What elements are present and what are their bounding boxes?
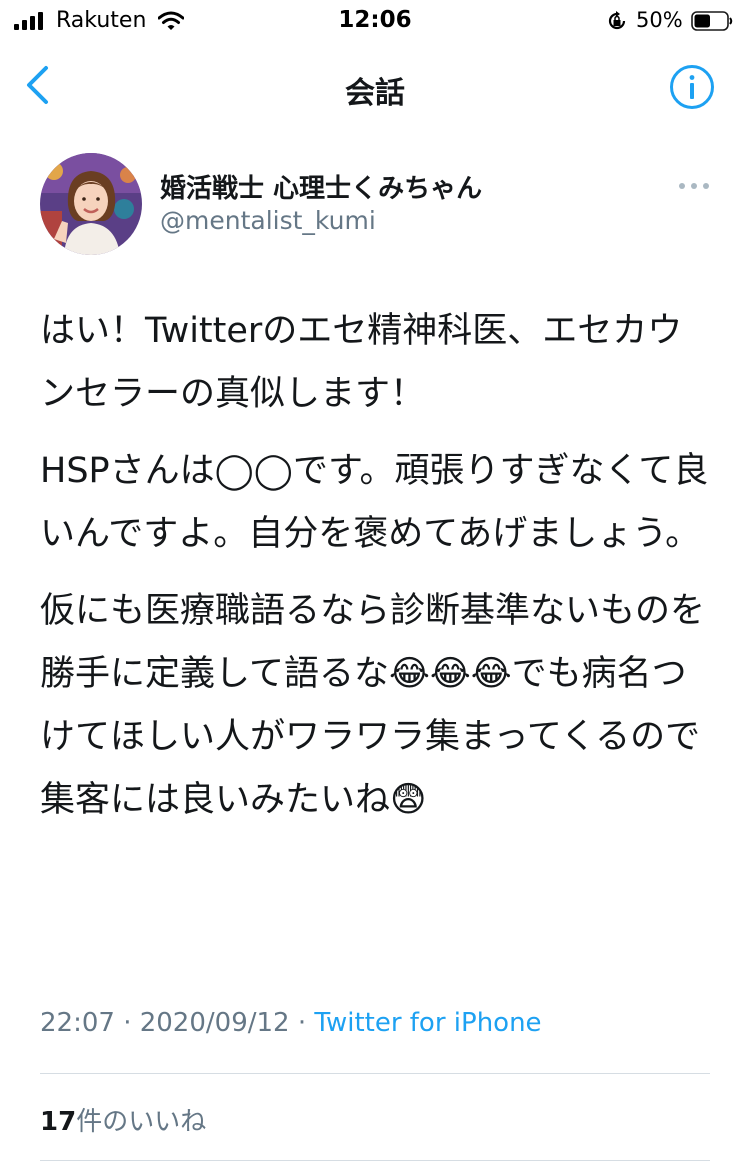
divider [40,1160,710,1161]
display-name[interactable]: 婚活戦士 心理士くみちゃん [160,168,482,205]
battery-icon [691,11,733,31]
likes-number: 17 [40,1107,77,1137]
likes-count[interactable]: 17件のいいね [40,1101,206,1138]
orientation-lock-icon [608,11,626,30]
tweet-paragraph: 仮にも医療職語るなら診断基準ないものを勝手に定義して語るな😂😂😂でも病名つけてほ… [40,591,706,820]
divider [40,1073,710,1074]
tweet-source-link[interactable]: Twitter for iPhone [314,1008,541,1038]
tweet-paragraph: HSPさんは◯◯です。頑張りすぎなくて良いんですよ。自分を褒めてあげましょう。 [40,451,709,554]
status-bar: Rakuten 12:06 50% [0,0,750,44]
battery-percentage: 50% [636,8,683,32]
more-options-icon[interactable] [676,176,712,196]
info-circle-icon[interactable] [669,64,715,110]
likes-label: 件のいいね [76,1107,207,1137]
page-title: 会話 [345,76,405,111]
tweet-timestamp: 22:07 · 2020/09/12 · [40,1008,315,1038]
tweet-meta: 22:07 · 2020/09/12 · Twitter for iPhone [40,1008,542,1038]
user-handle[interactable]: @mentalist_kumi [160,206,376,235]
tweet-text: はい！Twitterのエセ精神科医、エセカウンセラーの真似します！ HSPさんは… [40,300,712,846]
tweet-paragraph: はい！Twitterのエセ精神科医、エセカウンセラーの真似します！ [40,311,683,414]
navigation-bar: 会話 [0,44,750,128]
avatar[interactable] [40,153,142,255]
